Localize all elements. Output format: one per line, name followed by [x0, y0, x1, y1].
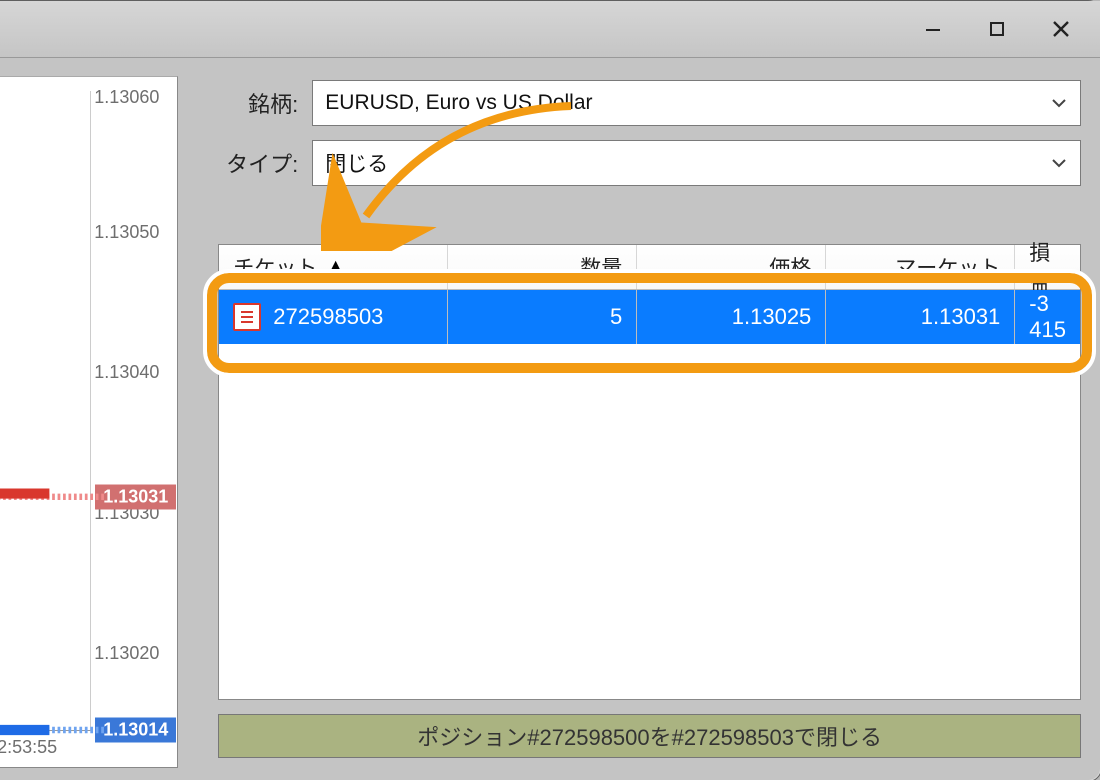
minimize-icon	[924, 20, 942, 38]
cell-volume: 5	[610, 304, 622, 330]
symbol-value: EURUSD, Euro vs US Dollar	[325, 91, 592, 115]
ask-price-badge: 1.13031	[95, 484, 176, 509]
y-tick: 1.13040	[94, 362, 172, 382]
titlebar: 045	[0, 1, 1100, 58]
chevron-down-icon	[1050, 154, 1068, 172]
y-tick: 1.13020	[94, 643, 172, 663]
close-position-button[interactable]: ポジション#272598500を#272598503で閉じる	[218, 714, 1081, 758]
table-row[interactable]: 272598503 5 1.13025 1.13031 -3 415	[219, 290, 1080, 344]
close-button[interactable]	[1029, 8, 1093, 50]
symbol-label: 銘柄:	[218, 87, 298, 119]
price-chart[interactable]: 1.13060 1.13050 1.13040 1.13030 1.13020 …	[0, 76, 178, 768]
type-label: タイプ:	[218, 147, 298, 179]
close-icon	[1051, 19, 1071, 39]
cell-ticket: 272598503	[273, 304, 383, 330]
positions-table: チケット ▲ 数量 価格 マーケット 損益 272598503 5	[218, 244, 1081, 700]
bid-price-badge: 1.13014	[95, 718, 176, 743]
col-ticket[interactable]: チケット ▲	[219, 245, 448, 289]
form-panel: 銘柄: EURUSD, Euro vs US Dollar タイプ: 閉じる	[178, 58, 1100, 780]
chart-panel: 1.13060 1.13050 1.13040 1.13030 1.13020 …	[0, 58, 178, 780]
symbol-select[interactable]: EURUSD, Euro vs US Dollar	[312, 80, 1081, 126]
col-volume[interactable]: 数量	[448, 245, 637, 289]
cell-market: 1.13031	[921, 304, 1001, 330]
col-price[interactable]: 価格	[637, 245, 826, 289]
table-header-row: チケット ▲ 数量 価格 マーケット 損益	[219, 245, 1080, 290]
col-pl[interactable]: 損益	[1015, 245, 1080, 289]
type-value: 閉じる	[325, 148, 388, 178]
sort-asc-icon: ▲	[325, 255, 346, 279]
type-select[interactable]: 閉じる	[312, 140, 1081, 186]
x-tick: 02:53:55	[0, 737, 57, 758]
order-window: 045 1.13060 1.130	[0, 0, 1100, 780]
position-icon	[233, 303, 261, 331]
cell-pl: -3 415	[1029, 291, 1066, 343]
chart-plot	[0, 91, 90, 730]
maximize-button[interactable]	[965, 8, 1029, 50]
minimize-button[interactable]	[901, 8, 965, 50]
y-tick: 1.13050	[94, 222, 172, 242]
cell-price: 1.13025	[732, 304, 812, 330]
maximize-icon	[988, 20, 1006, 38]
col-market[interactable]: マーケット	[826, 245, 1015, 289]
chevron-down-icon	[1050, 94, 1068, 112]
y-tick: 1.13060	[94, 87, 172, 107]
